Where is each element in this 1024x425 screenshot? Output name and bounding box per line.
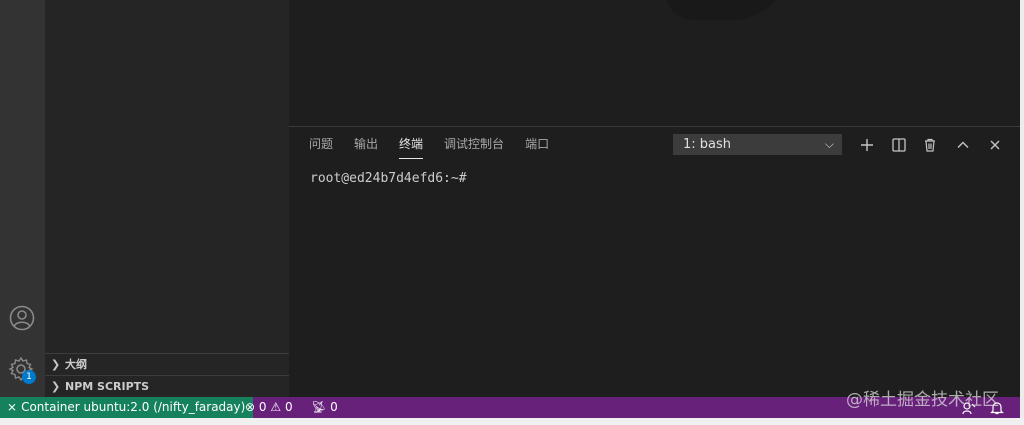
chevron-down-icon: ⌵ (824, 137, 834, 151)
editor-watermark-logo (654, 0, 804, 20)
editor-area (289, 0, 1020, 126)
ports-status[interactable]: 📡︎ 0 (311, 397, 338, 418)
tab-terminal[interactable]: 终端 (399, 137, 424, 159)
close-icon (990, 140, 1000, 150)
split-terminal-button[interactable] (888, 134, 910, 156)
ports-count: 0 (330, 400, 338, 414)
watermark-text: @稀土掘金技术社区 (846, 390, 999, 410)
remote-label: Container ubuntu:2.0 (/nifty_faraday) (21, 400, 246, 414)
close-panel-button[interactable] (984, 134, 1006, 156)
tab-problems[interactable]: 问题 (309, 137, 333, 159)
trash-icon (925, 138, 935, 152)
sidebar-section-label: 大纲 (65, 358, 87, 371)
terminal-select-value: 1: bash (683, 137, 732, 152)
chevron-right-icon: ❯ (51, 380, 61, 393)
new-terminal-button[interactable] (856, 134, 878, 156)
problems-status[interactable]: ⊗ 0 ⚠ 0 (245, 397, 293, 418)
chevron-right-icon: ❯ (51, 358, 61, 371)
sidebar-section-label: NPM SCRIPTS (65, 380, 150, 393)
activity-bar: 1 (0, 0, 45, 397)
warning-count: 0 (284, 400, 293, 414)
window-edge (1020, 0, 1024, 425)
bottom-panel: 问题 输出 终端 调试控制台 端口 1: bash ⌵ root@ed24b7d… (289, 126, 1020, 398)
account-icon[interactable] (8, 304, 36, 332)
error-count: 0 (258, 400, 267, 414)
chevron-up-icon (957, 141, 969, 148)
tab-output[interactable]: 输出 (354, 137, 378, 159)
broadcast-icon: 📡︎ (311, 400, 327, 414)
plus-icon (861, 139, 873, 151)
kill-terminal-button[interactable] (919, 134, 941, 156)
error-icon: ⊗ (245, 400, 256, 414)
remote-icon: ⨯ (7, 400, 18, 414)
terminal-select[interactable]: 1: bash ⌵ (673, 134, 842, 155)
sidebar: ❯ 大纲 ❯ NPM SCRIPTS (45, 0, 289, 397)
sidebar-section-outline[interactable]: ❯ 大纲 (45, 353, 289, 376)
tab-ports[interactable]: 端口 (525, 137, 549, 159)
settings-badge: 1 (22, 370, 36, 384)
panel-tabs: 问题 输出 终端 调试控制台 端口 (309, 137, 570, 159)
window-bottom-edge (0, 418, 1024, 425)
remote-indicator[interactable]: ⨯ Container ubuntu:2.0 (/nifty_faraday) (0, 397, 254, 418)
maximize-panel-button[interactable] (952, 134, 974, 156)
tab-debug-console[interactable]: 调试控制台 (444, 137, 504, 159)
terminal-prompt[interactable]: root@ed24b7d4efd6:~# (310, 171, 467, 186)
sidebar-section-npm-scripts[interactable]: ❯ NPM SCRIPTS (45, 375, 289, 398)
warning-icon: ⚠ (270, 400, 282, 414)
split-icon (892, 138, 906, 152)
